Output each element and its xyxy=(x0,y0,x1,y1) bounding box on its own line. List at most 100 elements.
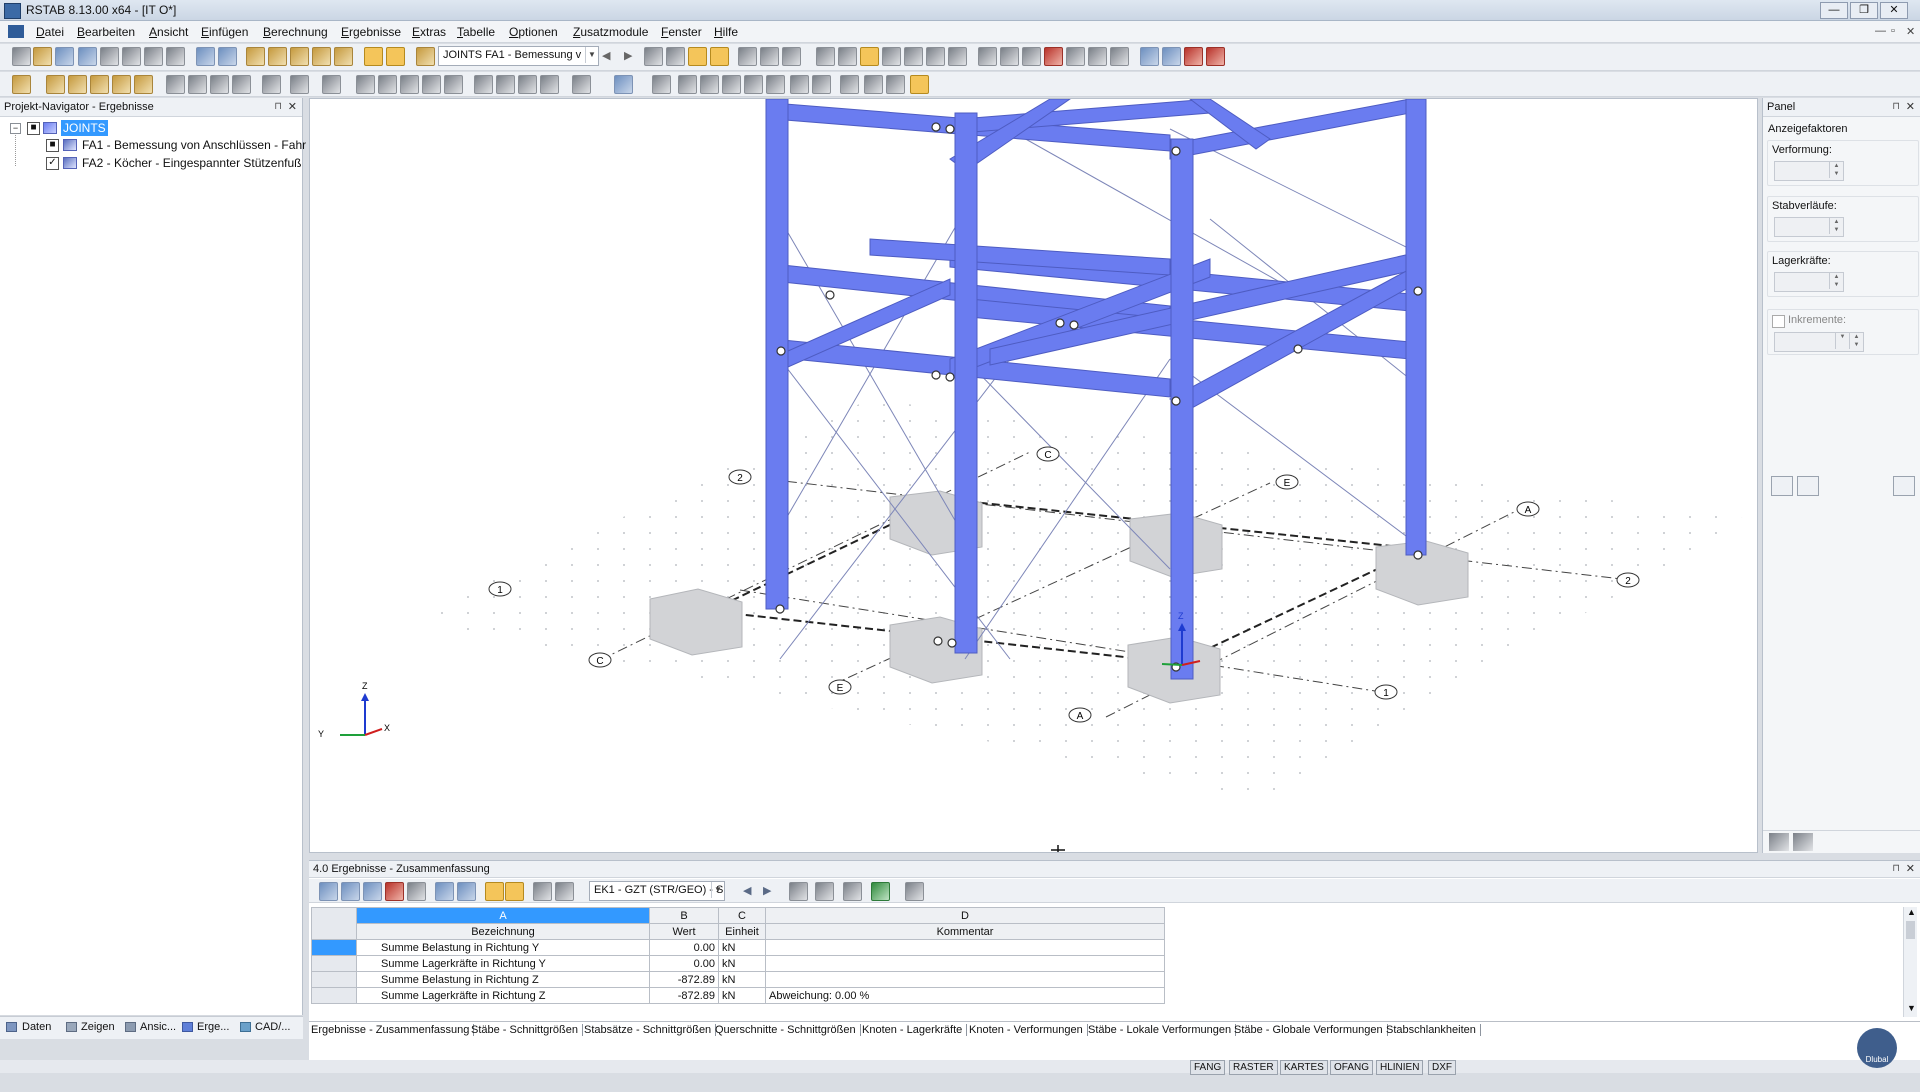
results-next-table-icon[interactable] xyxy=(457,882,476,901)
excel-icon[interactable] xyxy=(871,882,890,901)
results-columns-icon[interactable] xyxy=(533,882,552,901)
chevron-down-icon[interactable]: ▼ xyxy=(1835,333,1849,349)
row-unit[interactable]: kN xyxy=(718,987,766,1004)
scroll-thumb[interactable] xyxy=(1906,921,1915,939)
results-print-icon[interactable] xyxy=(407,882,426,901)
results-toggle-icon[interactable] xyxy=(644,47,663,66)
show-results-icon[interactable] xyxy=(666,47,685,66)
tab-staebe-globale-verformungen[interactable]: Stäbe - Globale Verformungen xyxy=(1234,1024,1388,1036)
spin-arrows-icon[interactable]: ▲ ▼ xyxy=(1849,333,1863,349)
menu-fenster[interactable]: Fenster xyxy=(661,25,702,39)
row-value[interactable]: 0.00 xyxy=(649,955,719,972)
new-file-icon[interactable] xyxy=(12,47,31,66)
copy-move-icon[interactable] xyxy=(166,75,185,94)
minimize-button[interactable]: — xyxy=(1820,2,1848,19)
view-3-icon[interactable] xyxy=(860,47,879,66)
import-icon[interactable] xyxy=(1162,47,1181,66)
result-table-icon[interactable] xyxy=(886,75,905,94)
row-name[interactable]: Summe Belastung in Richtung Z xyxy=(356,971,650,988)
calculator-icon[interactable] xyxy=(905,882,924,901)
collapse-icon[interactable]: − xyxy=(10,123,21,134)
row-comment[interactable] xyxy=(765,971,1165,988)
render-icon[interactable] xyxy=(738,47,757,66)
next-case-icon[interactable]: ▶ xyxy=(624,49,632,62)
row-name[interactable]: Summe Lagerkräfte in Richtung Y xyxy=(356,955,650,972)
row-comment[interactable]: Abweichung: 0.00 % xyxy=(765,987,1165,1004)
row-header[interactable] xyxy=(311,971,357,988)
tab-stabsaetze-schnittgroessen[interactable]: Stabsätze - Schnittgrößen xyxy=(584,1024,717,1036)
print-icon[interactable] xyxy=(100,47,119,66)
grid-icon[interactable] xyxy=(290,75,309,94)
tab-daten[interactable]: Daten xyxy=(22,1021,51,1033)
menu-optionen[interactable]: Optionen xyxy=(509,25,558,39)
menu-bearbeiten[interactable]: Bearbeiten xyxy=(77,25,135,39)
results-export-icon[interactable] xyxy=(385,882,404,901)
values-icon[interactable] xyxy=(760,47,779,66)
model-canvas[interactable]: 1 1 2 2 A A C C E E Z Z X Y xyxy=(310,99,1758,853)
panel-tool-icon[interactable] xyxy=(1793,833,1813,851)
corner-cell[interactable] xyxy=(311,907,357,940)
tab-ergebnisse[interactable]: Erge... xyxy=(197,1021,229,1033)
redo-icon[interactable] xyxy=(218,47,237,66)
scroll-down-icon[interactable]: ▼ xyxy=(1907,1003,1916,1013)
model-viewport[interactable]: 1 1 2 2 A A C C E E Z Z X Y xyxy=(309,98,1758,853)
view-5-icon[interactable] xyxy=(904,47,923,66)
next-load-icon[interactable]: ▶ xyxy=(763,884,771,897)
tree-item-fa2[interactable]: FA2 - Köcher - Eingespannter Stützenfuß xyxy=(82,155,301,171)
table-row[interactable]: Summe Belastung in Richtung Z -872.89 kN xyxy=(311,971,1165,988)
diagram-vz-icon[interactable] xyxy=(700,75,719,94)
display-icon[interactable] xyxy=(614,75,633,94)
diagram-vy-icon[interactable] xyxy=(678,75,697,94)
menu-tabelle[interactable]: Tabelle xyxy=(457,25,495,39)
comment-icon[interactable] xyxy=(312,47,331,66)
item-1-checkbox[interactable]: ■ xyxy=(46,139,59,152)
results-copy-icon[interactable] xyxy=(555,882,574,901)
support-forces-icon[interactable] xyxy=(864,75,883,94)
results-refresh-icon[interactable] xyxy=(319,882,338,901)
window-icon[interactable] xyxy=(334,47,353,66)
tab-knoten-lagerkraefte[interactable]: Knoten - Lagerkräfte xyxy=(862,1024,968,1036)
column-d-header[interactable]: D xyxy=(765,907,1165,924)
project-icon[interactable] xyxy=(232,75,251,94)
undo-icon[interactable] xyxy=(196,47,215,66)
tab-cad[interactable]: CAD/... xyxy=(255,1021,290,1033)
snap-icon[interactable] xyxy=(322,75,341,94)
results-scrollbar[interactable]: ▲ ▼ xyxy=(1903,907,1917,1017)
row-comment[interactable] xyxy=(765,955,1165,972)
results-graphic-icon[interactable] xyxy=(815,882,834,901)
target-icon[interactable] xyxy=(290,47,309,66)
view-x-icon[interactable] xyxy=(474,75,493,94)
results-highlight-icon[interactable] xyxy=(485,882,504,901)
tab-querschnitte-schnittgroessen[interactable]: Querschnitte - Schnittgrößen xyxy=(715,1024,861,1036)
menu-ergebnisse[interactable]: Ergebnisse xyxy=(341,25,401,39)
row-name[interactable]: Summe Lagerkräfte in Richtung Z xyxy=(356,987,650,1004)
delete-icon[interactable] xyxy=(1044,47,1063,66)
row-name[interactable]: Summe Belastung in Richtung Y xyxy=(356,939,650,956)
tab-ansichten[interactable]: Ansic... xyxy=(140,1021,176,1033)
support-forces-spinner[interactable]: ▲ ▼ xyxy=(1774,272,1844,292)
results-prev-table-icon[interactable] xyxy=(435,882,454,901)
close-icon[interactable]: ✕ xyxy=(288,98,297,116)
menu-ansicht[interactable]: Ansicht xyxy=(149,25,188,39)
section-icon[interactable] xyxy=(1110,47,1129,66)
pin-icon[interactable]: ⊓ xyxy=(1892,861,1900,877)
tab-ergebnisse-zusammenfassung[interactable]: Ergebnisse - Zusammenfassung xyxy=(311,1024,475,1036)
increments-select[interactable]: ▼ ▲ ▼ xyxy=(1774,332,1864,352)
zoom-window-icon[interactable] xyxy=(356,75,375,94)
open-folder-icon[interactable] xyxy=(33,47,52,66)
diagram-mt-icon[interactable] xyxy=(722,75,741,94)
module-case-select[interactable]: JOINTS FA1 - Bemessung v ▼ xyxy=(438,46,599,66)
node-icon[interactable] xyxy=(978,47,997,66)
results-select-icon[interactable] xyxy=(505,882,524,901)
tab-staebe-lokale-verformungen[interactable]: Stäbe - Lokale Verformungen xyxy=(1088,1024,1237,1036)
pin-icon[interactable]: ⊓ xyxy=(274,98,282,116)
deformation-spinner[interactable]: ▲ ▼ xyxy=(1774,161,1844,181)
calculator-icon[interactable] xyxy=(782,47,801,66)
deformation-icon[interactable] xyxy=(688,47,707,66)
result-values-icon[interactable] xyxy=(910,75,929,94)
animate-icon[interactable] xyxy=(710,47,729,66)
select-icon[interactable] xyxy=(12,75,31,94)
row-unit[interactable]: kN xyxy=(718,939,766,956)
results-filter-icon[interactable] xyxy=(363,882,382,901)
document-icon[interactable] xyxy=(8,25,24,38)
